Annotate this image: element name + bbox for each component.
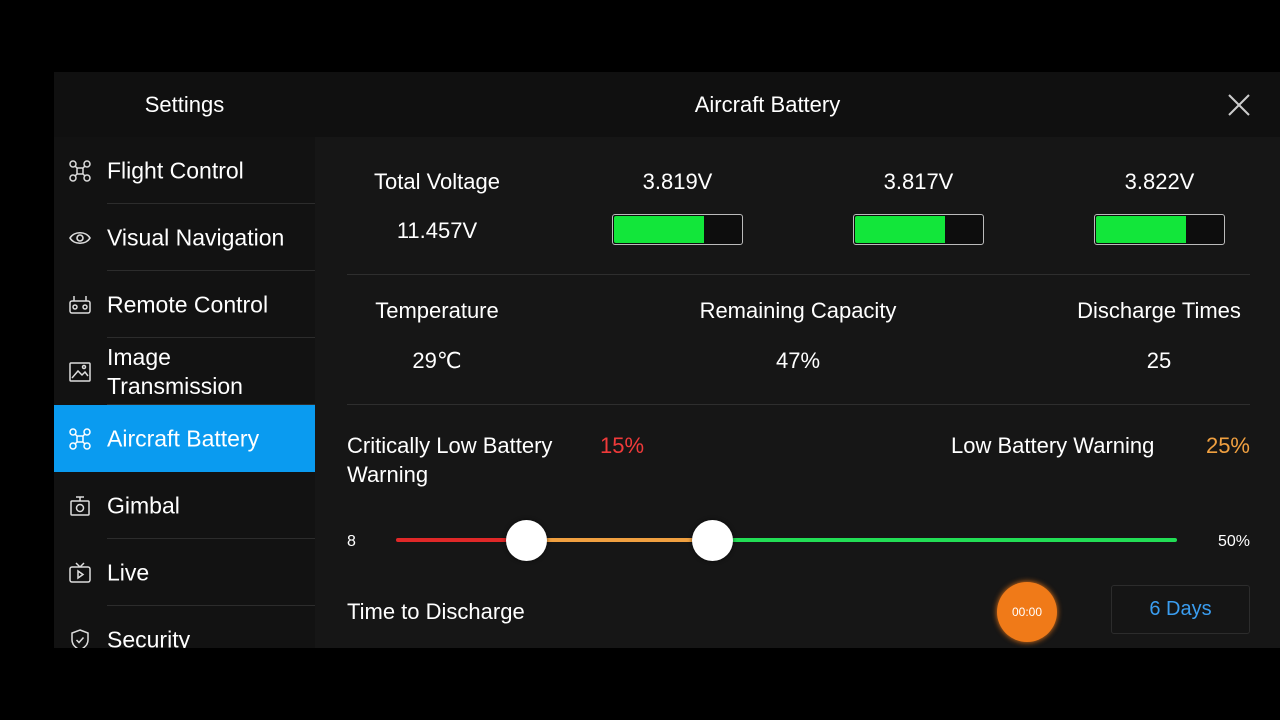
sidebar-item-gimbal[interactable]: Gimbal [54, 472, 315, 539]
sidebar-item-flight-control[interactable]: Flight Control [54, 137, 315, 204]
temperature-stat: Temperature 29℃ [307, 298, 567, 374]
divider [347, 274, 1250, 275]
settings-panel: Settings Aircraft Battery Flight Control… [54, 72, 1280, 648]
battery-fill [855, 216, 946, 243]
remaining-capacity-label: Remaining Capacity [699, 298, 897, 323]
sidebar-item-live[interactable]: Live [54, 539, 315, 606]
discharge-times-label: Discharge Times [1077, 298, 1241, 323]
low-warning-slider-thumb[interactable] [692, 520, 734, 561]
title-bar: Settings Aircraft Battery [54, 72, 1280, 137]
sidebar-item-label: Flight Control [107, 157, 244, 183]
divider [347, 404, 1250, 405]
cell-voltage-value: 3.817V [883, 169, 954, 194]
cell-voltage-3: 3.822V [1094, 169, 1225, 245]
remote-controller-icon [69, 295, 91, 314]
low-warning-label: Low Battery Warning [951, 433, 1155, 458]
live-tv-icon [69, 561, 91, 583]
cell-voltage-value: 3.819V [642, 169, 713, 194]
battery-fill [1096, 216, 1187, 243]
drone-icon [69, 159, 91, 182]
sidebar-item-label: Image Transmission [107, 343, 243, 399]
drone-icon [69, 427, 91, 450]
total-voltage-value: 11.457V [396, 218, 478, 243]
slider-max-label: 50% [1217, 533, 1250, 550]
sidebar-item-aircraft-battery[interactable]: Aircraft Battery [54, 405, 315, 472]
page-title: Aircraft Battery [694, 92, 841, 117]
cell-voltage-value: 3.822V [1124, 169, 1195, 194]
remaining-capacity-value: 47% [775, 348, 821, 373]
temperature-label: Temperature [375, 298, 499, 323]
discharge-days-button[interactable]: 6 Days [1111, 585, 1250, 634]
slider-track-low[interactable] [526, 538, 713, 542]
discharge-times-value: 25 [1146, 348, 1172, 373]
battery-fill [614, 216, 705, 243]
sidebar-item-label: Visual Navigation [107, 224, 285, 250]
cell-voltage-2: 3.817V [853, 169, 984, 245]
sidebar-item-remote-control[interactable]: Remote Control [54, 271, 315, 338]
critical-warning-slider-thumb[interactable] [506, 520, 548, 561]
low-warning-value: 25% [1205, 433, 1250, 458]
camera-gimbal-icon [70, 495, 90, 516]
eye-icon [69, 231, 91, 244]
image-transmission-icon [69, 361, 91, 382]
sidebar: Flight Control Visual Navigation Remote … [54, 137, 315, 648]
close-button[interactable] [1226, 92, 1252, 118]
battery-content: Total Voltage 11.457V 3.819V 3.817V 3.82… [347, 137, 1250, 648]
shield-check-icon [71, 628, 89, 648]
critical-warning-label: Critically Low Battery Warning [347, 433, 553, 487]
sidebar-item-label: Remote Control [107, 291, 269, 317]
discharge-timer-button[interactable]: 00:00 [997, 582, 1057, 642]
cell-voltage-1: 3.819V [612, 169, 743, 245]
sidebar-item-visual-navigation[interactable]: Visual Navigation [54, 204, 315, 271]
time-to-discharge-label: Time to Discharge [347, 599, 525, 624]
sidebar-item-label: Aircraft Battery [107, 425, 260, 451]
sidebar-item-label: Gimbal [107, 492, 180, 518]
battery-level-icon [853, 214, 984, 245]
close-icon[interactable] [1226, 92, 1252, 118]
remaining-capacity-stat: Remaining Capacity 47% [668, 298, 928, 374]
critical-warning-value: 15% [600, 433, 645, 458]
slider-track-normal[interactable] [712, 538, 1177, 542]
settings-title: Settings [144, 92, 225, 117]
slider-min-label: 8 [347, 533, 356, 550]
battery-level-icon [1094, 214, 1225, 245]
sidebar-item-label: Security [107, 626, 191, 648]
sidebar-item-image-transmission[interactable]: Image Transmission [54, 338, 315, 405]
discharge-times-stat: Discharge Times 25 [1029, 298, 1280, 374]
temperature-value: 29℃ [412, 348, 462, 373]
sidebar-item-security[interactable]: Security [54, 606, 315, 648]
battery-level-icon [612, 214, 743, 245]
sidebar-item-label: Live [107, 559, 150, 585]
total-voltage-label: Total Voltage [374, 169, 500, 194]
